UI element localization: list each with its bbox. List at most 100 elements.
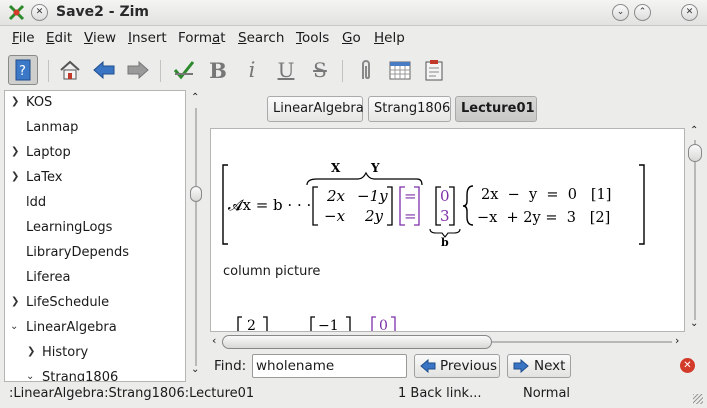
vector-b2: 3 — [440, 207, 450, 225]
path-button[interactable]: Strang1806 — [368, 96, 451, 122]
brace-label-x: X — [331, 161, 341, 175]
menu-help[interactable]: Help — [374, 30, 405, 46]
attach-file-icon[interactable] — [354, 58, 378, 82]
index-item[interactable]: ⌄ Strang1806 — [5, 366, 185, 381]
scrollbar-thumb[interactable] — [222, 335, 492, 349]
scrollbar-thumb[interactable] — [688, 144, 702, 162]
menu-search[interactable]: Search — [238, 30, 284, 46]
index-item[interactable]: ❯ LaTex — [5, 166, 185, 191]
backlinks-button[interactable]: 1 Back link... — [398, 386, 481, 401]
expander-icon[interactable]: ❯ — [11, 96, 19, 107]
previous-arrow-icon — [420, 359, 436, 373]
column-picture-text: column picture — [223, 264, 321, 279]
vector-3-top: 0 — [379, 318, 388, 332]
brace-label-b: b — [441, 236, 449, 249]
forward-arrow-icon[interactable] — [126, 58, 150, 82]
app-icon[interactable] — [8, 4, 25, 21]
editor-horizontal-scrollbar[interactable]: ‹ › — [210, 334, 685, 349]
italic-icon[interactable]: i — [240, 58, 264, 82]
pane-divider[interactable]: ⌃ ⌄ — [190, 92, 202, 380]
brace-label-y: Y — [370, 161, 380, 175]
expander-icon[interactable]: ❯ — [11, 146, 19, 157]
find-label: Find: — [214, 358, 247, 374]
find-bar: Find: wholename Previous Next ✕ — [210, 352, 707, 380]
window-menu-button[interactable]: ✕ — [31, 4, 48, 21]
close-find-icon[interactable]: ✕ — [680, 358, 695, 373]
next-button[interactable]: Next — [507, 354, 571, 378]
equation-image: 𝓐x = b · · · X Y 2x −1y −x 2y = = 0 3 b … — [222, 161, 645, 249]
vector-b1: 0 — [440, 187, 450, 205]
editor-vertical-scrollbar[interactable]: ⌃ ⌄ — [688, 125, 702, 332]
scroll-down-icon[interactable]: ⌄ — [690, 318, 698, 329]
index-item[interactable]: LearningLogs — [5, 216, 185, 241]
checkbox-icon[interactable] — [172, 58, 196, 82]
clipboard-icon[interactable] — [422, 58, 446, 82]
minimize-button[interactable]: ⌄ — [612, 4, 629, 21]
index-item[interactable]: LibraryDepends — [5, 241, 185, 266]
scroll-up-icon[interactable]: ⌃ — [690, 125, 698, 136]
title-bar: ✕ Save2 - Zim ⌄ ⌃ ✕ — [0, 0, 707, 26]
expander-icon[interactable]: ❯ — [11, 296, 19, 307]
underline-icon[interactable]: U — [274, 58, 298, 82]
vector-1-top: 2 — [247, 318, 256, 332]
toolbar-separator — [48, 60, 49, 82]
matrix-a11: 2x — [326, 187, 346, 205]
close-button[interactable]: ✕ — [681, 4, 698, 21]
menu-bar: File Edit View Insert Format Search Tool… — [0, 26, 707, 50]
vector-image: 2 , −1 0 — [237, 316, 396, 332]
menu-view[interactable]: View — [84, 30, 116, 46]
menu-format[interactable]: Format — [178, 30, 226, 46]
expander-icon[interactable]: ❯ — [27, 346, 35, 357]
calendar-icon[interactable] — [388, 58, 412, 82]
expander-expanded-icon[interactable]: ⌄ — [10, 321, 18, 332]
status-page-path: :LinearAlgebra:Strang1806:Lecture01 — [9, 386, 255, 401]
back-arrow-icon[interactable] — [92, 58, 116, 82]
eq-lhs: 𝓐x = b · · · — [228, 196, 311, 214]
zim-window: ✕ Save2 - Zim ⌄ ⌃ ✕ File Edit View Inser… — [0, 0, 707, 408]
index-item[interactable]: ldd — [5, 191, 185, 216]
window-title: Save2 - Zim — [56, 4, 149, 20]
matrix-a21: −x — [324, 207, 346, 225]
scroll-up-icon[interactable]: ⌃ — [191, 92, 199, 103]
path-button-active[interactable]: Lecture01 — [455, 96, 537, 122]
system-eq-1: 2x − y = 0 [1] — [481, 187, 611, 203]
menu-insert[interactable]: Insert — [128, 30, 167, 46]
index-item[interactable]: ❯ KOS — [5, 91, 185, 116]
scroll-left-icon[interactable]: ‹ — [212, 334, 216, 347]
path-button[interactable]: LinearAlgebra — [267, 96, 364, 122]
menu-go[interactable]: Go — [342, 30, 361, 46]
page-index[interactable]: ❯ KOS Lanmap ❯ Laptop ❯ LaTex ldd LearningL… — [4, 90, 186, 382]
divider-handle[interactable] — [190, 186, 202, 202]
index-item[interactable]: ❯ LifeSchedule — [5, 291, 185, 316]
toggle-index-icon[interactable]: ? — [8, 55, 38, 85]
previous-button[interactable]: Previous — [414, 354, 500, 378]
comma-glyph: , — [283, 327, 286, 332]
page-editor[interactable]: 𝓐x = b · · · X Y 2x −1y −x 2y = = 0 3 b … — [210, 128, 685, 332]
index-item[interactable]: ⌄ LinearAlgebra — [5, 316, 185, 341]
toolbar-separator — [160, 60, 161, 82]
bold-icon[interactable]: B — [206, 58, 230, 83]
expander-icon[interactable]: ❯ — [11, 171, 19, 182]
vector-2-top: −1 — [318, 318, 339, 332]
menu-file[interactable]: File — [12, 30, 35, 46]
index-item[interactable]: Lanmap — [5, 116, 185, 141]
status-mode: Normal — [523, 386, 571, 401]
equals-sign-1: = — [404, 187, 417, 205]
index-item[interactable]: ❯ History — [5, 341, 185, 366]
scroll-right-icon[interactable]: › — [675, 334, 679, 347]
maximize-button[interactable]: ⌃ — [634, 4, 651, 21]
index-item[interactable]: ❯ Laptop — [5, 141, 185, 166]
equals-sign-2: = — [404, 207, 417, 225]
menu-tools[interactable]: Tools — [296, 30, 329, 46]
menu-edit[interactable]: Edit — [46, 30, 72, 46]
home-icon[interactable] — [58, 58, 82, 82]
system-eq-2: −x + 2y = 3 [2] — [477, 210, 610, 226]
scroll-down-icon[interactable]: ⌄ — [191, 364, 199, 375]
find-input[interactable]: wholename — [252, 354, 407, 378]
expander-expanded-icon[interactable]: ⌄ — [26, 371, 34, 381]
index-item[interactable]: Liferea — [5, 266, 185, 291]
strikethrough-icon[interactable]: S — [308, 58, 332, 82]
svg-text:?: ? — [19, 64, 26, 79]
toolbar-separator — [342, 60, 343, 82]
resize-grip-icon[interactable] — [693, 394, 703, 404]
